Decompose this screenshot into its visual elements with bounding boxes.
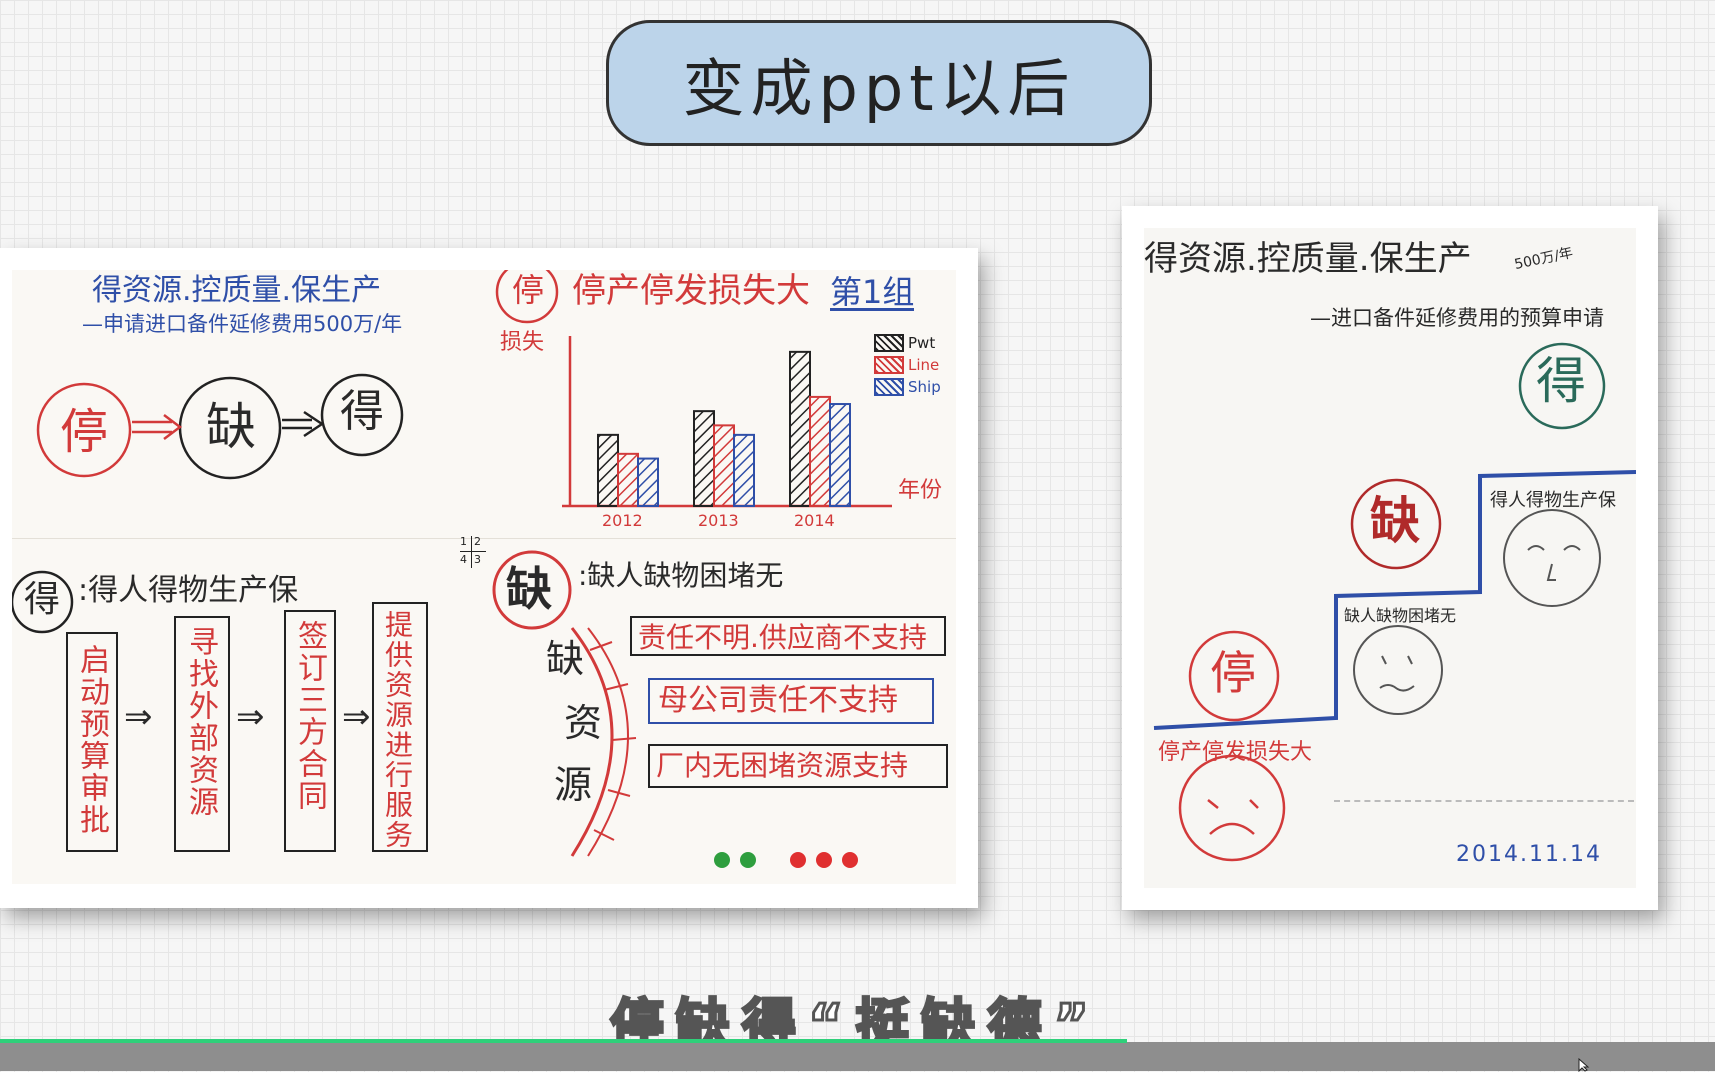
step-box: 寻找外部资源 — [174, 616, 230, 852]
dashed-line — [1334, 800, 1634, 802]
step-arrow: ⇒ — [342, 697, 371, 737]
bar-ship-2012 — [637, 457, 659, 507]
legend-swatch-pwt — [874, 334, 904, 352]
sad-face — [1178, 754, 1286, 862]
de-circle-char: 得 — [24, 579, 61, 620]
chart-legend: Pwt Line Ship — [874, 334, 941, 396]
legend-label: Ship — [908, 378, 941, 396]
title-text: 变成ppt以后 — [682, 52, 1076, 125]
chart-title: 停产停发损失大 — [572, 271, 810, 311]
left-title: 得资源.控质量.保生产 — [92, 273, 382, 308]
step-label: 签订三方合同 — [292, 620, 327, 812]
color-dots — [714, 852, 858, 868]
right-label-de: 得 — [1536, 352, 1586, 410]
color-dot — [714, 852, 730, 868]
reason-text: 责任不明.供应商不支持 — [638, 621, 927, 654]
flow-arrow-2 — [282, 410, 325, 438]
right-photo: 得资源.控质量.保生产 500万/年 —进口备件延修费用的预算申请 得 缺 停 … — [1122, 206, 1658, 910]
bar-pwt-2014 — [789, 350, 811, 507]
right-step-label: 得人得物生产保 — [1490, 490, 1616, 511]
neutral-face — [1353, 625, 1443, 715]
bar-pwt-2013 — [693, 410, 715, 507]
bar-line-2013 — [713, 424, 735, 507]
step-arrow: ⇒ — [124, 697, 153, 737]
legend-item: Ship — [874, 378, 941, 396]
right-step-label: 缺人缺物困堵无 — [1344, 606, 1457, 625]
staircase — [1153, 342, 1636, 862]
que-side-label: 资 — [564, 701, 603, 745]
que-side-label: 源 — [554, 763, 593, 807]
reason-box: 责任不明.供应商不支持 — [630, 616, 946, 656]
flow-arrow-1 — [132, 414, 183, 440]
reason-box: 母公司责任不支持 — [648, 678, 934, 724]
left-paper: 得资源.控质量.保生产 —申请进口备件延修费用500万/年 停 缺 得 停 停产… — [12, 270, 956, 884]
x-tick-label: 2014 — [794, 511, 835, 530]
step-box: 签订三方合同 — [284, 610, 336, 852]
legend-swatch-line — [874, 356, 904, 374]
reason-box: 厂内无困堵资源支持 — [648, 744, 948, 788]
right-step-label: 停产停发损失大 — [1158, 740, 1313, 765]
quadrant-4: 4 — [460, 553, 467, 566]
bar-line-2014 — [809, 395, 831, 507]
color-dot — [842, 852, 858, 868]
step-arrow: ⇒ — [236, 697, 265, 737]
que-side-label: 缺 — [546, 637, 585, 681]
bar-chart: 2012 2013 2014 — [562, 336, 892, 530]
color-dot — [816, 852, 832, 868]
quadrant-2: 2 — [474, 535, 481, 548]
title-banner: 变成ppt以后 — [606, 20, 1152, 146]
right-label-ting: 停 — [1210, 646, 1256, 700]
que-circle-char: 缺 — [506, 562, 552, 616]
quadrant-1: 1 — [460, 535, 467, 548]
que-section-title: :缺人缺物困堵无 — [578, 559, 784, 592]
x-tick-label: 2013 — [698, 511, 739, 530]
right-paper: 得资源.控质量.保生产 500万/年 —进口备件延修费用的预算申请 得 缺 停 … — [1144, 228, 1636, 888]
color-dot — [790, 852, 806, 868]
bar-ship-2014 — [829, 403, 851, 507]
group-label: 第1组 — [830, 273, 915, 311]
bar-pwt-2012 — [597, 433, 619, 507]
step-label: 提供资源进行服务 — [381, 610, 414, 850]
bar-ship-2013 — [733, 433, 755, 507]
step-label: 寻找外部资源 — [183, 626, 218, 818]
legend-label: Line — [908, 356, 940, 374]
reason-text: 母公司责任不支持 — [658, 683, 898, 718]
chart-x-label: 年份 — [898, 478, 943, 503]
chart-header-char: 停 — [512, 271, 545, 309]
color-dot — [740, 852, 756, 868]
video-control-bar[interactable] — [0, 1042, 1715, 1071]
left-photo: 得资源.控质量.保生产 —申请进口备件延修费用500万/年 停 缺 得 停 停产… — [0, 248, 978, 908]
quadrant-mark: 1 2 4 3 — [460, 536, 486, 570]
video-progress[interactable] — [0, 1039, 1127, 1043]
legend-item: Pwt — [874, 334, 941, 352]
happy-face — [1503, 509, 1601, 607]
legend-item: Line — [874, 356, 941, 374]
step-label: 启动预算审批 — [74, 644, 109, 836]
step-box: 提供资源进行服务 — [372, 602, 428, 852]
flow-label-que: 缺 — [206, 398, 256, 456]
left-subtitle: —申请进口备件延修费用500万/年 — [82, 312, 403, 336]
reason-text: 厂内无困堵资源支持 — [656, 749, 909, 782]
bar-line-2012 — [617, 452, 639, 508]
quadrant-3: 3 — [474, 553, 481, 566]
x-tick-label: 2012 — [602, 511, 643, 530]
step-box: 启动预算审批 — [66, 632, 118, 852]
de-section-title: :得人得物生产保 — [78, 573, 299, 608]
right-label-que: 缺 — [1370, 492, 1420, 550]
legend-label: Pwt — [908, 334, 936, 352]
cursor-icon — [1578, 1058, 1590, 1072]
right-date: 2014.11.14 — [1456, 842, 1602, 867]
flow-label-ting: 停 — [60, 404, 109, 460]
legend-swatch-ship — [874, 378, 904, 396]
flow-label-de: 得 — [340, 386, 384, 437]
